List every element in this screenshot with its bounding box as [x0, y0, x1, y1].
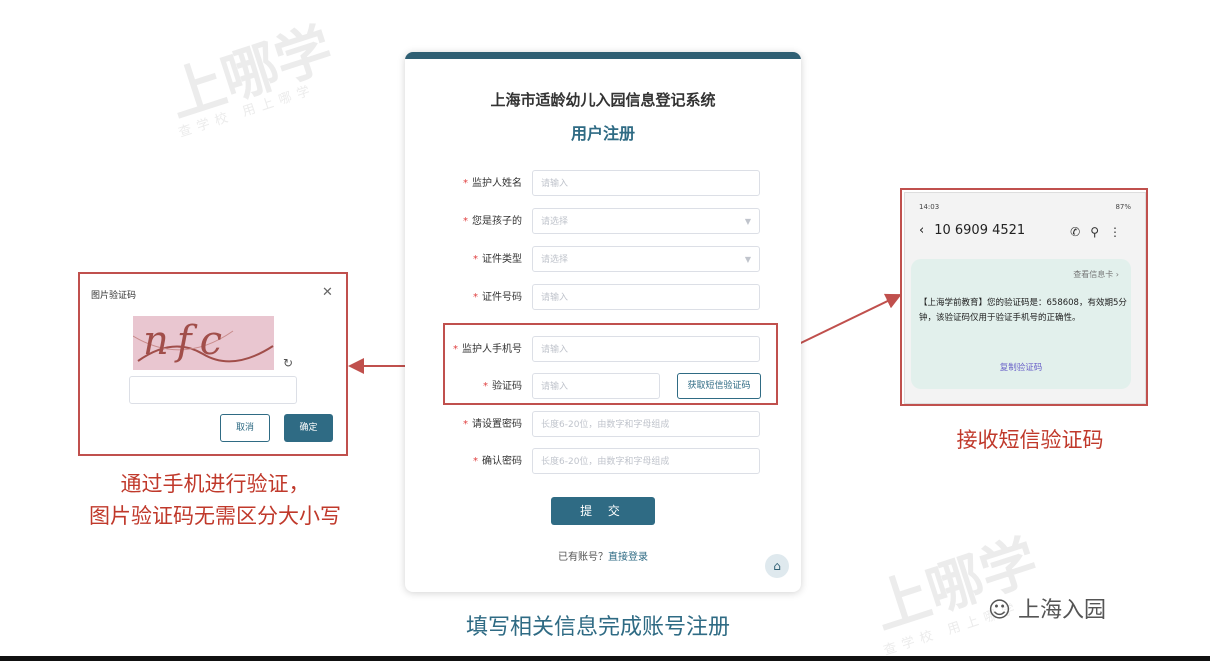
- register-card: 上海市适龄幼儿入园信息登记系统 用户注册 * 监护人姓名 请输入 * 您是孩子的 请…: [405, 52, 801, 592]
- close-icon[interactable]: ✕: [322, 285, 333, 300]
- field-label: * 确认密码: [473, 456, 522, 467]
- captcha-input[interactable]: [129, 376, 297, 404]
- chevron-down-icon: ▼: [744, 255, 751, 264]
- field-label: * 您是孩子的: [463, 216, 522, 227]
- cancel-button[interactable]: 取消: [220, 414, 270, 442]
- highlight-phone-code: [443, 323, 778, 405]
- wechat-account: ☺ 上海入园: [988, 598, 1106, 623]
- captcha-text: nfc: [143, 318, 230, 364]
- sms-body: 【上海学前教育】您的验证码是：658608，有效期5分钟，该验证码仅用于验证手机…: [919, 298, 1127, 323]
- field-label: * 请设置密码: [463, 419, 522, 430]
- captcha-image: nfc: [133, 316, 274, 370]
- system-title: 上海市适龄幼儿入园信息登记系统: [490, 91, 716, 109]
- form-row-id-number: * 证件号码 请输入: [405, 284, 801, 312]
- sms-bubble: 查看信息卡 › 【上海学前教育】您的验证码是：658608，有效期5分钟，该验证…: [911, 259, 1131, 389]
- field-label: * 证件号码: [473, 292, 522, 303]
- more-icon[interactable]: ⋮: [1109, 225, 1131, 239]
- search-icon[interactable]: ⚲: [1090, 225, 1109, 239]
- login-link[interactable]: 直接登录: [608, 552, 648, 563]
- captcha-dialog-title: 图片验证码: [91, 291, 137, 301]
- sms-screen: 14:03 87% ‹ 10 6909 4521 ✆⚲⋮ 查看信息卡 › 【上海学…: [904, 192, 1146, 404]
- field-label: * 证件类型: [473, 254, 522, 265]
- form-row-confirm-password: * 确认密码 长度6-20位，由数字和字母组成: [405, 448, 801, 476]
- back-icon[interactable]: ‹: [919, 223, 924, 238]
- login-prompt: 已有账号？直接登录: [558, 552, 648, 563]
- id-number-input[interactable]: 请输入: [532, 284, 760, 310]
- chevron-down-icon: ▼: [744, 217, 751, 226]
- phone-icon[interactable]: ✆: [1070, 225, 1090, 239]
- register-title: 用户注册: [570, 124, 635, 143]
- view-card-link[interactable]: 查看信息卡 ›: [1073, 269, 1119, 280]
- confirm-password-input[interactable]: 长度6-20位，由数字和字母组成: [532, 448, 760, 474]
- guardian-name-input[interactable]: 请输入: [532, 170, 760, 196]
- sms-sender: 10 6909 4521: [934, 223, 1026, 238]
- caption-bottom: 填写相关信息完成账号注册: [466, 615, 731, 640]
- wechat-icon: ☺: [988, 598, 1011, 623]
- caption-left-line1: 通过手机进行验证，: [120, 472, 310, 496]
- refresh-icon[interactable]: ↻: [283, 356, 293, 370]
- sms-header: ‹ 10 6909 4521: [919, 223, 1025, 238]
- form-row-password: * 请设置密码 长度6-20位，由数字和字母组成: [405, 411, 801, 439]
- header-icons: ✆⚲⋮: [1070, 225, 1131, 239]
- chevron-right-icon: ›: [1115, 270, 1119, 279]
- field-label: * 监护人姓名: [463, 178, 522, 189]
- relation-select[interactable]: 请选择 ▼: [532, 208, 760, 234]
- status-time: 14:03: [919, 203, 940, 211]
- card-top-bar: [405, 52, 801, 59]
- submit-button[interactable]: 提 交: [551, 497, 655, 525]
- caption-left: 通过手机进行验证， 图片验证码无需区分大小写: [40, 468, 390, 532]
- bottom-bar: [0, 656, 1210, 661]
- form-row-id-type: * 证件类型 请选择 ▼: [405, 246, 801, 274]
- copy-code-button[interactable]: 复制验证码: [911, 361, 1131, 373]
- home-icon[interactable]: ⌂: [765, 554, 789, 578]
- caption-right: 接收短信验证码: [956, 428, 1104, 452]
- confirm-button[interactable]: 确定: [284, 414, 333, 442]
- password-input[interactable]: 长度6-20位，由数字和字母组成: [532, 411, 760, 437]
- id-type-select[interactable]: 请选择 ▼: [532, 246, 760, 272]
- form-row-relation: * 您是孩子的 请选择 ▼: [405, 208, 801, 236]
- status-battery: 87%: [1115, 203, 1131, 211]
- caption-left-line2: 图片验证码无需区分大小写: [89, 504, 341, 528]
- form-row-guardian-name: * 监护人姓名 请输入: [405, 170, 801, 198]
